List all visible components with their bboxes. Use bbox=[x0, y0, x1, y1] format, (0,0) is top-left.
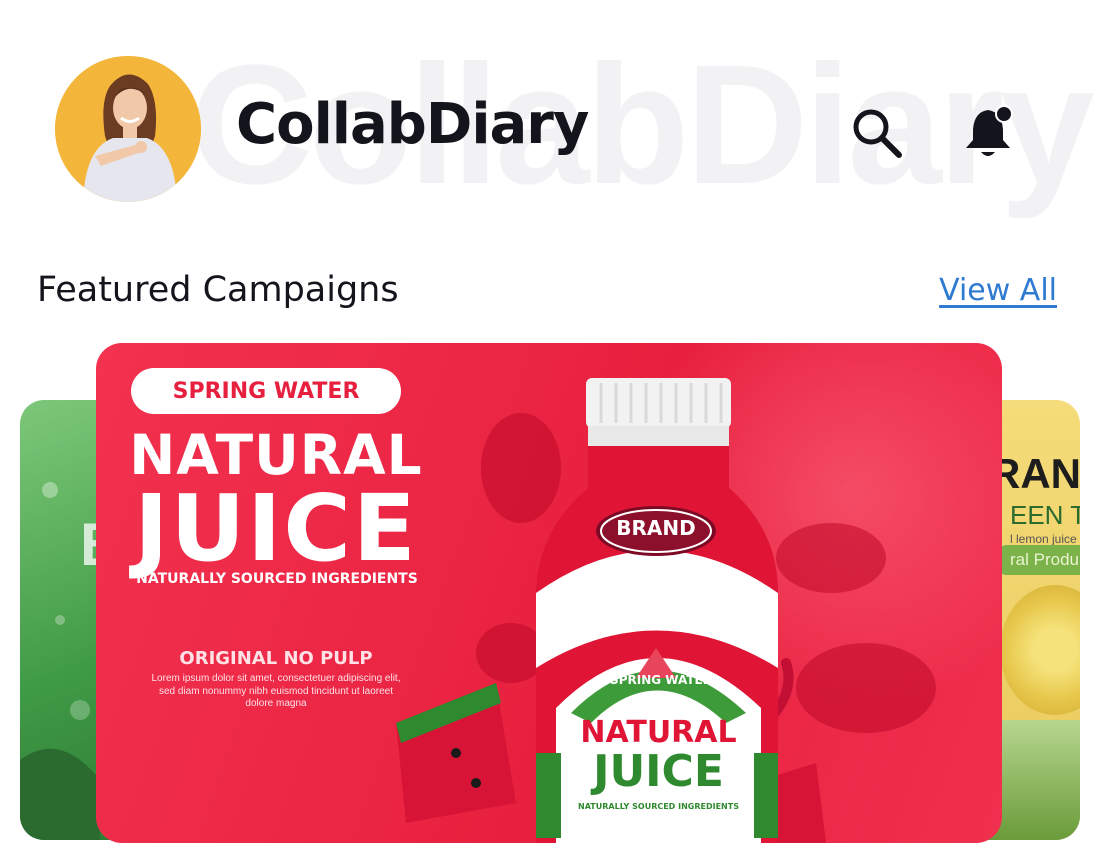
lemon-image bbox=[1000, 585, 1080, 715]
section-title: Featured Campaigns bbox=[37, 270, 399, 310]
bottle-label-line2: JUICE bbox=[593, 746, 724, 797]
juice-bottle: BRAND SPRING WATER NATURAL JUICE NATURAL… bbox=[516, 378, 806, 843]
bottle-label-line1: NATURAL bbox=[580, 715, 737, 750]
notification-button[interactable] bbox=[958, 102, 1018, 162]
search-button[interactable] bbox=[846, 102, 906, 162]
app-name: CollabDiary bbox=[236, 92, 589, 157]
campaign-card-featured[interactable]: SPRING WATER NATURAL JUICE NATURALLY SOU… bbox=[96, 343, 1002, 843]
right-card-caption: l lemon juice bbox=[1010, 532, 1077, 546]
view-all-link[interactable]: View All bbox=[939, 273, 1057, 308]
bottle-tagline: NATURALLY SOURCED INGREDIENTS bbox=[578, 802, 739, 811]
right-card-badge: ral Produ bbox=[1000, 545, 1080, 575]
bottle-arc-text: SPRING WATER bbox=[610, 673, 712, 687]
right-card-subtitle: EEN TE bbox=[1010, 500, 1080, 530]
search-icon bbox=[853, 109, 902, 158]
user-avatar-icon bbox=[55, 56, 201, 202]
avatar[interactable] bbox=[55, 56, 201, 202]
bottle-brand: BRAND bbox=[616, 516, 696, 540]
bell-icon bbox=[966, 105, 1013, 156]
right-card-badge-text: ral Produ bbox=[1010, 550, 1079, 569]
right-card-title: RANI bbox=[990, 450, 1080, 497]
